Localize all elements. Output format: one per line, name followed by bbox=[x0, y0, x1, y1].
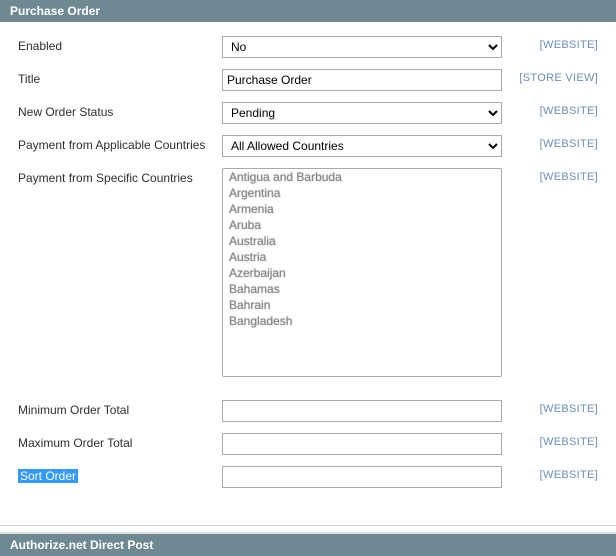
payment-specific-select[interactable]: Antigua and BarbudaArgentinaArmeniaAruba… bbox=[222, 168, 502, 377]
enabled-select[interactable]: No bbox=[222, 36, 502, 58]
country-option[interactable]: Bahrain bbox=[223, 297, 501, 313]
section-header[interactable]: Purchase Order bbox=[0, 0, 616, 22]
country-option[interactable]: Australia bbox=[223, 233, 501, 249]
label-enabled: Enabled bbox=[18, 36, 222, 53]
scope-payment-specific: [WEBSITE] bbox=[502, 168, 598, 183]
sort-order-input[interactable] bbox=[222, 466, 502, 488]
scope-title: [STORE VIEW] bbox=[502, 69, 598, 84]
new-order-status-select[interactable]: Pending bbox=[222, 102, 502, 124]
label-new-order-status: New Order Status bbox=[18, 102, 222, 119]
label-min-order-total: Minimum Order Total bbox=[18, 400, 222, 417]
min-order-total-input[interactable] bbox=[222, 400, 502, 422]
footer-section-header[interactable]: Authorize.net Direct Post bbox=[0, 532, 616, 556]
payment-applicable-select[interactable]: All Allowed Countries bbox=[222, 135, 502, 157]
row-payment-specific: Payment from Specific Countries Antigua … bbox=[18, 168, 598, 377]
label-max-order-total: Maximum Order Total bbox=[18, 433, 222, 450]
scope-min-order-total: [WEBSITE] bbox=[502, 400, 598, 415]
scope-payment-applicable: [WEBSITE] bbox=[502, 135, 598, 150]
label-payment-specific: Payment from Specific Countries bbox=[18, 168, 222, 185]
divider bbox=[0, 525, 616, 526]
max-order-total-input[interactable] bbox=[222, 433, 502, 455]
section-title: Purchase Order bbox=[10, 4, 100, 18]
label-payment-applicable: Payment from Applicable Countries bbox=[18, 135, 222, 152]
country-option[interactable]: Armenia bbox=[223, 201, 501, 217]
country-option[interactable]: Bangladesh bbox=[223, 313, 501, 329]
row-title: Title [STORE VIEW] bbox=[18, 69, 598, 91]
country-option[interactable]: Argentina bbox=[223, 185, 501, 201]
footer-section-title: Authorize.net Direct Post bbox=[10, 538, 153, 552]
country-option[interactable]: Aruba bbox=[223, 217, 501, 233]
scope-max-order-total: [WEBSITE] bbox=[502, 433, 598, 448]
scope-new-order-status: [WEBSITE] bbox=[502, 102, 598, 117]
scope-enabled: [WEBSITE] bbox=[502, 36, 598, 51]
label-title: Title bbox=[18, 69, 222, 86]
row-payment-applicable: Payment from Applicable Countries All Al… bbox=[18, 135, 598, 157]
country-option[interactable]: Azerbaijan bbox=[223, 265, 501, 281]
row-max-order-total: Maximum Order Total [WEBSITE] bbox=[18, 433, 598, 455]
scope-sort-order: [WEBSITE] bbox=[502, 466, 598, 481]
row-sort-order: Sort Order [WEBSITE] bbox=[18, 466, 598, 488]
row-new-order-status: New Order Status Pending [WEBSITE] bbox=[18, 102, 598, 124]
form-body: Enabled No [WEBSITE] Title [STORE VIEW] … bbox=[0, 22, 616, 521]
country-option[interactable]: Bahamas bbox=[223, 281, 501, 297]
title-input[interactable] bbox=[222, 69, 502, 91]
row-enabled: Enabled No [WEBSITE] bbox=[18, 36, 598, 58]
label-sort-order: Sort Order bbox=[18, 469, 78, 483]
country-option[interactable]: Antigua and Barbuda bbox=[223, 169, 501, 185]
country-option[interactable]: Austria bbox=[223, 249, 501, 265]
row-min-order-total: Minimum Order Total [WEBSITE] bbox=[18, 400, 598, 422]
